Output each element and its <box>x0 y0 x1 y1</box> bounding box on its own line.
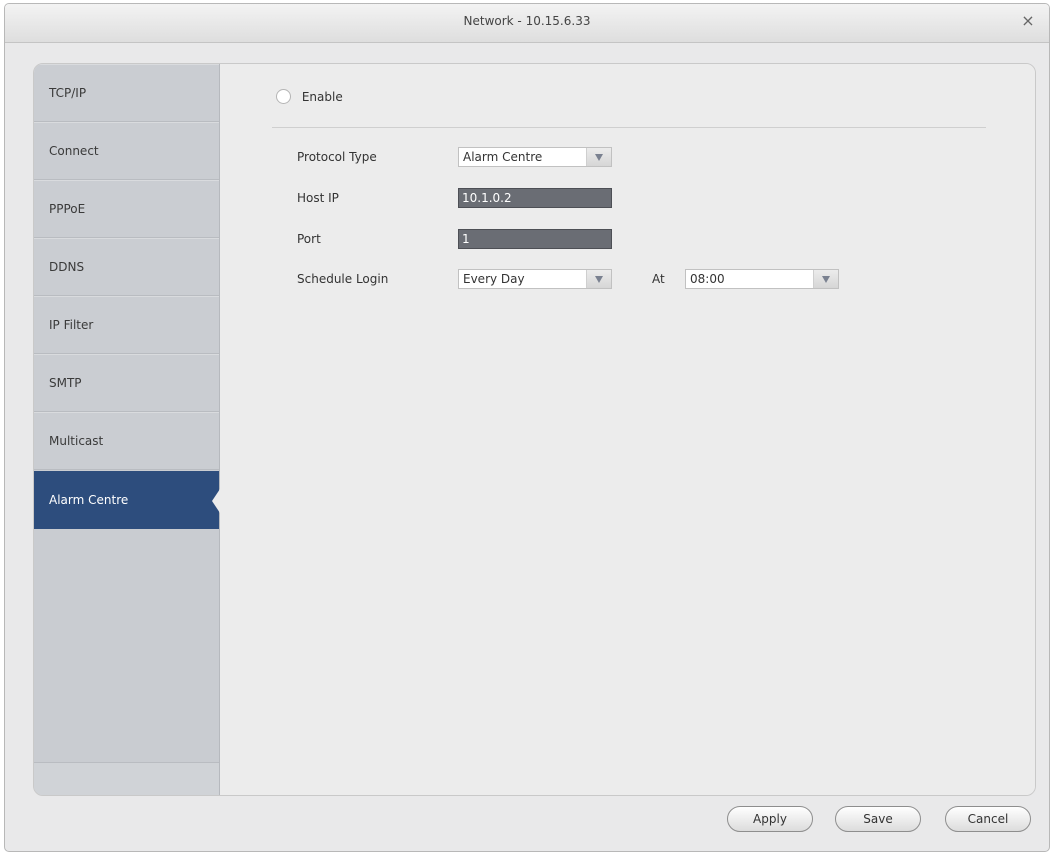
window-title: Network - 10.15.6.33 <box>463 14 591 28</box>
login-time-select[interactable]: 08:00 <box>685 269 839 289</box>
enable-label: Enable <box>301 89 343 104</box>
at-label: At <box>652 272 665 286</box>
settings-panel: TCP/IP Connect PPPoE DDNS IP Filter SMTP… <box>33 63 1036 796</box>
host-ip-input[interactable] <box>458 188 612 208</box>
dropdown-arrow-icon[interactable] <box>813 270 838 288</box>
host-ip-label: Host IP <box>297 191 339 205</box>
alarm-centre-settings: Enable Protocol Type Alarm Centre Host I… <box>220 64 1035 795</box>
schedule-login-label: Schedule Login <box>297 272 389 286</box>
network-dialog: Network - 10.15.6.33 × TCP/IP Connect PP… <box>4 3 1050 852</box>
dropdown-arrow-icon[interactable] <box>586 270 611 288</box>
sidebar-item-connect[interactable]: Connect <box>34 122 219 180</box>
enable-radio[interactable] <box>276 89 291 104</box>
sidebar-item-multicast[interactable]: Multicast <box>34 412 219 470</box>
sidebar-empty-area <box>34 530 219 763</box>
protocol-type-label: Protocol Type <box>297 150 377 164</box>
sidebar-item-ip-filter[interactable]: IP Filter <box>34 296 219 354</box>
title-bar[interactable]: Network - 10.15.6.33 × <box>5 4 1049 43</box>
port-input[interactable] <box>458 229 612 249</box>
sidebar-item-ddns[interactable]: DDNS <box>34 238 219 296</box>
sidebar-item-label: Alarm Centre <box>49 493 129 507</box>
divider <box>272 127 986 128</box>
apply-button[interactable]: Apply <box>727 806 813 832</box>
protocol-type-value: Alarm Centre <box>463 150 543 164</box>
active-indicator-icon <box>212 489 220 513</box>
sidebar-footer <box>34 763 219 795</box>
sidebar-item-tcp-ip[interactable]: TCP/IP <box>34 64 219 122</box>
save-button[interactable]: Save <box>835 806 921 832</box>
schedule-login-value: Every Day <box>463 272 525 286</box>
cancel-button[interactable]: Cancel <box>945 806 1031 832</box>
dropdown-arrow-icon[interactable] <box>586 148 611 166</box>
sidebar-item-alarm-centre[interactable]: Alarm Centre <box>34 471 220 529</box>
enable-row[interactable]: Enable <box>276 89 343 109</box>
login-time-value: 08:00 <box>690 272 725 286</box>
sidebar-item-pppoe[interactable]: PPPoE <box>34 180 219 238</box>
sidebar: TCP/IP Connect PPPoE DDNS IP Filter SMTP… <box>34 64 220 795</box>
sidebar-item-smtp[interactable]: SMTP <box>34 354 219 412</box>
close-icon[interactable]: × <box>1019 12 1037 30</box>
port-label: Port <box>297 232 321 246</box>
schedule-login-select[interactable]: Every Day <box>458 269 612 289</box>
protocol-type-select[interactable]: Alarm Centre <box>458 147 612 167</box>
